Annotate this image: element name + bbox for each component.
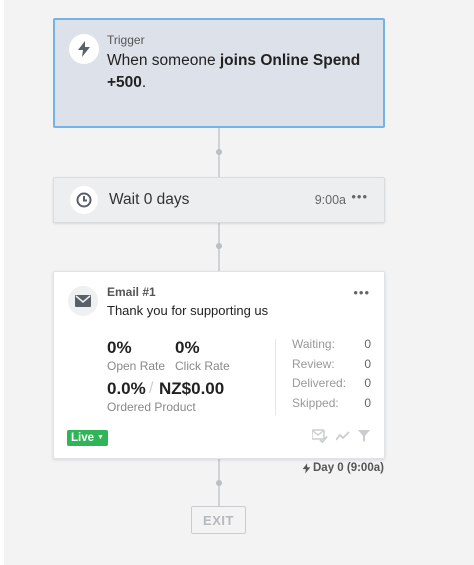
wait-card[interactable]: Wait 0 days 9:00a ••• — [53, 177, 385, 223]
delivered-label: Delivered: — [292, 376, 347, 390]
skipped-value: 0 — [364, 396, 371, 410]
lightning-icon — [302, 462, 311, 474]
trigger-label: Trigger — [107, 33, 145, 47]
live-label: Live — [71, 432, 95, 444]
trigger-text-prefix: When someone — [107, 52, 220, 69]
review-label: Review: — [292, 357, 335, 371]
caret-down-icon: ▼ — [97, 434, 104, 441]
clock-icon — [70, 186, 98, 214]
ordered-amount: NZ$0.00 — [159, 379, 225, 398]
waiting-label: Waiting: — [292, 337, 335, 351]
ordered-separator: / — [149, 380, 154, 397]
open-rate-value: 0% — [107, 338, 132, 357]
trigger-text-suffix: . — [141, 74, 147, 91]
canvas-left-edge — [0, 0, 4, 565]
email-title: Email #1 — [107, 285, 156, 299]
filter-icon[interactable] — [358, 430, 370, 442]
stats-divider — [275, 339, 276, 415]
lightning-icon — [69, 34, 99, 64]
click-rate-label: Click Rate — [175, 359, 230, 373]
day-label-text: Day 0 (9:00a) — [313, 462, 384, 474]
wait-more-button[interactable]: ••• — [351, 190, 368, 203]
email-more-button[interactable]: ••• — [353, 286, 370, 299]
trigger-card[interactable]: Trigger When someone joins Online Spend … — [53, 18, 385, 128]
email-action-icons — [312, 429, 370, 443]
skipped-label: Skipped: — [292, 396, 339, 410]
exit-label: EXIT — [203, 512, 234, 528]
check-email-icon[interactable] — [312, 429, 328, 443]
delivered-value: 0 — [364, 376, 371, 390]
ordered-label: Ordered Product — [107, 400, 196, 414]
email-card[interactable]: Email #1 Thank you for supporting us •••… — [53, 271, 385, 459]
day-label: Day 0 (9:00a) — [302, 462, 384, 474]
click-rate-value: 0% — [175, 338, 200, 357]
wait-label: Wait 0 days — [109, 191, 190, 208]
live-status-dropdown[interactable]: Live ▼ — [67, 430, 108, 446]
connector-dot — [216, 243, 222, 249]
wait-time: 9:00a — [314, 193, 346, 207]
flow-canvas: Trigger When someone joins Online Spend … — [0, 0, 474, 565]
waiting-value: 0 — [364, 337, 371, 351]
connector-dot — [216, 149, 222, 155]
review-value: 0 — [364, 357, 371, 371]
ordered-percent: 0.0% — [107, 379, 146, 398]
envelope-icon — [68, 286, 98, 316]
trend-icon[interactable] — [336, 431, 350, 441]
connector-dot — [216, 480, 222, 486]
exit-node: EXIT — [191, 506, 246, 534]
open-rate-label: Open Rate — [107, 359, 166, 373]
email-subject: Thank you for supporting us — [107, 303, 269, 318]
trigger-description: When someone joins Online Spend +500. — [107, 50, 377, 94]
